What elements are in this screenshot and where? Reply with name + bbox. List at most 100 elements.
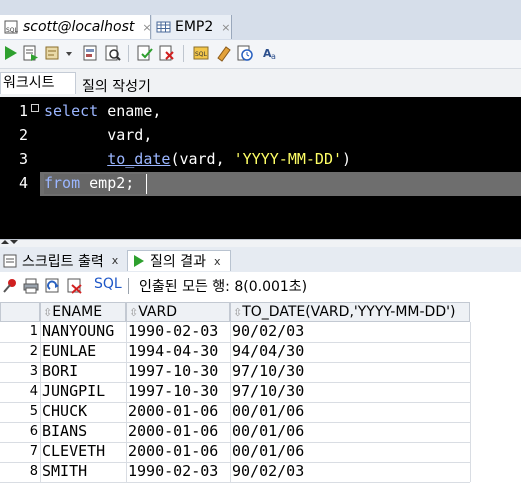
tab-connection-label: scott@localhost (23, 19, 135, 35)
cell-vard[interactable]: 1997-10-30 (128, 362, 218, 380)
code-text: emp2; (80, 174, 135, 192)
column-header-ename[interactable]: ⇳ENAME (40, 302, 126, 322)
tab-worksheet[interactable]: 워크시트 (0, 72, 76, 94)
string-literal: 'YYYY-MM-DD' (233, 150, 343, 168)
grid-divider (0, 362, 470, 363)
run-icon[interactable] (2, 44, 20, 62)
row-number: 3 (29, 364, 38, 379)
cell-ename[interactable]: NANYOUNG (42, 322, 114, 340)
eraser-icon[interactable] (214, 44, 232, 62)
cell-ename[interactable]: EUNLAE (42, 342, 96, 360)
cell-vard[interactable]: 1997-10-30 (128, 382, 218, 400)
table-row[interactable]: 6 BIANS 2000-01-06 00/01/06 (0, 422, 470, 442)
cell-vard[interactable]: 2000-01-06 (128, 442, 218, 460)
refresh-icon[interactable] (44, 277, 62, 295)
column-header-to-date[interactable]: ⇳TO_DATE(VARD,'YYYY-MM-DD') (230, 302, 470, 322)
autotrace-icon[interactable] (82, 44, 100, 62)
close-icon[interactable]: × (221, 21, 230, 34)
table-row[interactable]: 4 JUNGPIL 1997-10-30 97/10/30 (0, 382, 470, 402)
table-row[interactable]: 3 BORI 1997-10-30 97/10/30 (0, 362, 470, 382)
sql-sheet-icon: SQL (4, 20, 20, 34)
code-text: ) (342, 150, 352, 168)
line-number: 1 (18, 102, 28, 120)
function-name: to_date (107, 150, 171, 168)
row-number: 2 (29, 344, 38, 359)
toolbar-divider (183, 45, 184, 62)
editor-subtab-bar (0, 69, 521, 98)
table-grid-icon (156, 20, 172, 34)
sort-icon[interactable]: ⇳ (129, 306, 138, 319)
cell-vard[interactable]: 1990-02-03 (128, 462, 218, 480)
sql-link[interactable]: SQL (94, 276, 122, 292)
cell-to-date[interactable]: 90/02/03 (232, 462, 304, 480)
cell-ename[interactable]: JUNGPIL (42, 382, 105, 400)
format-icon[interactable]: Aa (262, 44, 280, 62)
tab-query-result[interactable]: 질의 결과 x (127, 250, 231, 271)
code-text: vard, (107, 126, 153, 144)
close-icon[interactable]: × (142, 21, 151, 34)
tab-script-output[interactable]: 스크립트 출력 x (0, 250, 126, 271)
search-icon[interactable] (104, 44, 122, 62)
grid-divider (0, 462, 470, 463)
cell-ename[interactable]: SMITH (42, 462, 87, 480)
grid-divider (0, 382, 470, 383)
rollback-icon[interactable] (158, 44, 176, 62)
cell-ename[interactable]: BIANS (42, 422, 87, 440)
keyword: select (44, 102, 99, 120)
grid-corner (0, 302, 40, 322)
cell-ename[interactable]: CLEVETH (42, 442, 105, 460)
sql-tuning-icon[interactable]: SQL (192, 44, 210, 62)
cell-to-date[interactable]: 90/02/03 (232, 322, 304, 340)
close-icon[interactable]: x (214, 255, 221, 268)
cell-to-date[interactable]: 00/01/06 (232, 402, 304, 420)
commit-icon[interactable] (136, 44, 154, 62)
code-line-2: vard, (44, 126, 152, 144)
tab-connection-worksheet[interactable]: SQL scott@localhost × (0, 15, 152, 39)
line-number: 3 (18, 150, 28, 168)
tab-query-builder[interactable]: 질의 작성기 (82, 76, 151, 96)
code-text: ename, (98, 102, 162, 120)
table-row[interactable]: 2 EUNLAE 1994-04-30 94/04/30 (0, 342, 470, 362)
row-number: 5 (29, 404, 38, 419)
pin-icon[interactable] (1, 277, 19, 295)
cell-vard[interactable]: 2000-01-06 (128, 422, 218, 440)
export-icon[interactable] (66, 277, 84, 295)
print-icon[interactable] (22, 277, 40, 295)
cell-ename[interactable]: CHUCK (42, 402, 87, 420)
cell-to-date[interactable]: 97/10/30 (232, 362, 304, 380)
row-number: 7 (29, 444, 38, 459)
cell-to-date[interactable]: 94/04/30 (232, 342, 304, 360)
chevron-down-icon[interactable] (64, 44, 74, 62)
history-icon[interactable] (236, 44, 254, 62)
sort-icon[interactable]: ⇳ (233, 306, 242, 319)
tab-emp2-table[interactable]: EMP2 × (152, 15, 232, 39)
cell-ename[interactable]: BORI (42, 362, 78, 380)
grid-divider (0, 342, 470, 343)
cell-to-date[interactable]: 00/01/06 (232, 442, 304, 460)
cell-vard[interactable]: 1990-02-03 (128, 322, 218, 340)
sort-icon[interactable]: ⇳ (43, 306, 52, 319)
cell-to-date[interactable]: 97/10/30 (232, 382, 304, 400)
grid-divider (0, 482, 470, 483)
run-script-icon[interactable] (22, 44, 40, 62)
grid-divider (0, 422, 470, 423)
table-row[interactable]: 8 SMITH 1990-02-03 90/02/03 (0, 462, 470, 482)
cell-to-date[interactable]: 00/01/06 (232, 422, 304, 440)
cell-vard[interactable]: 1994-04-30 (128, 342, 218, 360)
column-header-vard[interactable]: ⇳VARD (126, 302, 230, 322)
svg-text:SQL: SQL (6, 27, 19, 34)
tab-table-label: EMP2 (175, 19, 214, 35)
query-result-icon (131, 254, 147, 268)
close-icon[interactable]: x (112, 254, 119, 267)
svg-text:a: a (271, 52, 276, 61)
svg-text:SQL: SQL (195, 51, 208, 58)
table-row[interactable]: 7 CLEVETH 2000-01-06 00/01/06 (0, 442, 470, 462)
explain-plan-icon[interactable] (44, 44, 62, 62)
table-row[interactable]: 1 NANYOUNG 1990-02-03 90/02/03 (0, 322, 470, 342)
column-header-label: VARD (138, 304, 177, 320)
table-row[interactable]: 5 CHUCK 2000-01-06 00/01/06 (0, 402, 470, 422)
fold-collapse-icon[interactable] (31, 104, 39, 112)
collapse-arrows-icon[interactable] (0, 239, 20, 247)
cell-vard[interactable]: 2000-01-06 (128, 402, 218, 420)
